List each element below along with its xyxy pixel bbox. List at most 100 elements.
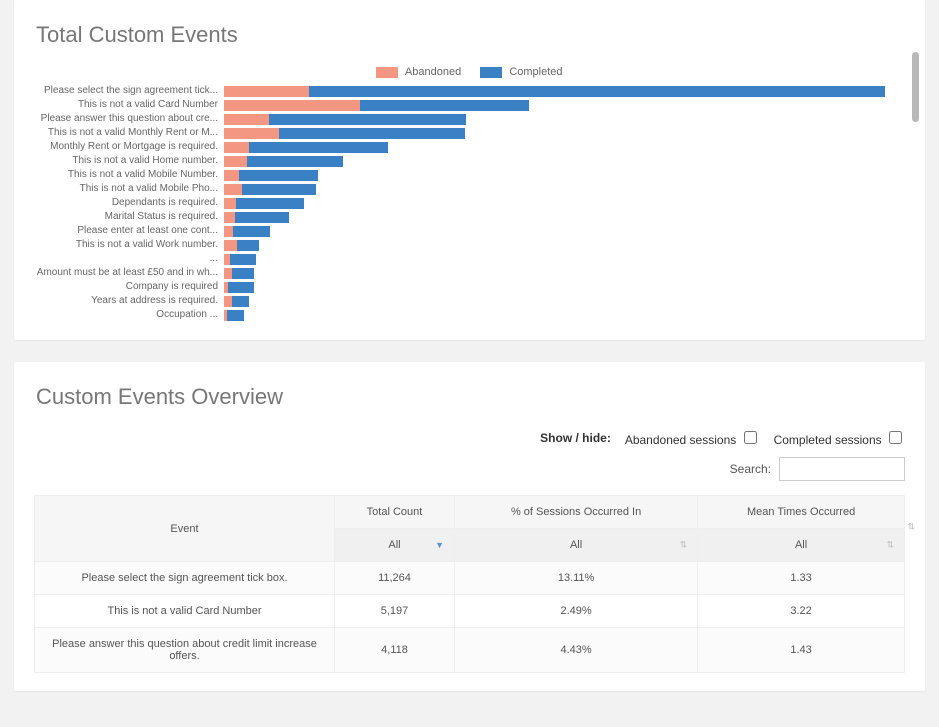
abandoned-sessions-toggle[interactable]: Abandoned sessions: [625, 428, 760, 447]
chart-category-label: Please answer this question about cre...: [34, 112, 218, 126]
chart-bar-row: [224, 224, 887, 238]
chart-category-label: Monthly Rent or Mortgage is required.: [34, 140, 218, 154]
search-label: Search:: [730, 462, 771, 476]
bar-segment-completed: [230, 254, 255, 265]
overview-table: Event ⇅ Total Count % of Sessions Occurr…: [34, 495, 905, 673]
legend-completed-label: Completed: [509, 66, 562, 78]
total-custom-events-card: Total Custom Events Abandoned Completed …: [14, 0, 925, 340]
cell-pct: 13.11%: [455, 562, 698, 595]
chart-area: Please select the sign agreement tick...…: [34, 84, 905, 322]
bar-segment-completed: [233, 226, 269, 237]
bar-segment-completed: [360, 100, 529, 111]
bar-segment-completed: [237, 240, 259, 251]
table-row: Please select the sign agreement tick bo…: [35, 562, 905, 595]
show-hide-controls: Show / hide: Abandoned sessions Complete…: [34, 428, 905, 447]
chart-category-label: This is not a valid Home number.: [34, 154, 218, 168]
bar-segment-completed: [228, 282, 254, 293]
bar-segment-abandoned: [224, 170, 239, 181]
bar-segment-abandoned: [224, 240, 237, 251]
col-pct-all-label: All: [570, 539, 582, 551]
overview-title: Custom Events Overview: [36, 384, 905, 410]
bar-segment-completed: [249, 142, 389, 153]
cell-event: Please answer this question about credit…: [35, 628, 335, 673]
bar-segment-abandoned: [224, 100, 360, 111]
cell-event: Please select the sign agreement tick bo…: [35, 562, 335, 595]
bar-segment-completed: [232, 296, 249, 307]
legend-completed-swatch: [480, 67, 502, 78]
cell-mean: 1.43: [698, 628, 905, 673]
col-total-all-label: All: [388, 539, 400, 551]
legend-abandoned-label: Abandoned: [405, 66, 461, 78]
chart-bar-row: [224, 252, 887, 266]
col-pct-all[interactable]: All ⇅: [455, 529, 698, 562]
show-hide-label: Show / hide:: [540, 431, 611, 445]
chart-category-label: This is not a valid Card Number: [34, 98, 218, 112]
chart-bar-row: [224, 294, 887, 308]
sort-icon: ⇅: [907, 521, 915, 532]
overview-tbody: Please select the sign agreement tick bo…: [35, 562, 905, 673]
chart-legend: Abandoned Completed: [34, 66, 905, 78]
chart-bar-row: [224, 126, 887, 140]
sort-icon: ⇅: [680, 540, 688, 551]
chart-bars: [224, 84, 887, 322]
chart-bar-row: [224, 238, 887, 252]
chart-category-label: Years at address is required.: [34, 294, 218, 308]
bar-segment-completed: [236, 198, 304, 209]
legend-completed: Completed: [480, 66, 562, 78]
bar-segment-completed: [232, 268, 254, 279]
bar-segment-completed: [247, 156, 342, 167]
completed-sessions-checkbox[interactable]: [889, 431, 902, 444]
col-event[interactable]: Event ⇅: [35, 496, 335, 562]
bar-segment-abandoned: [224, 226, 233, 237]
chart-category-label: This is not a valid Work number.: [34, 238, 218, 252]
bar-segment-completed: [269, 114, 466, 125]
col-total-all[interactable]: All ▼: [335, 529, 455, 562]
bar-segment-abandoned: [224, 142, 249, 153]
search-input[interactable]: [779, 457, 905, 481]
bar-segment-abandoned: [224, 296, 232, 307]
abandoned-sessions-checkbox[interactable]: [744, 431, 757, 444]
col-pct[interactable]: % of Sessions Occurred In: [455, 496, 698, 529]
chart-category-label: Please enter at least one cont...: [34, 224, 218, 238]
legend-abandoned: Abandoned: [376, 66, 464, 78]
chart-category-label: Please select the sign agreement tick...: [34, 84, 218, 98]
chart-category-label: Marital Status is required.: [34, 210, 218, 224]
chart-category-label: Company is required: [34, 280, 218, 294]
chart-bar-row: [224, 196, 887, 210]
search-row: Search:: [34, 457, 905, 481]
col-total[interactable]: Total Count: [335, 496, 455, 529]
table-row: Please answer this question about credit…: [35, 628, 905, 673]
cell-total: 5,197: [335, 595, 455, 628]
abandoned-toggle-label: Abandoned sessions: [625, 433, 736, 447]
col-event-label: Event: [170, 523, 198, 535]
completed-toggle-label: Completed sessions: [774, 433, 882, 447]
chart-category-label: This is not a valid Mobile Pho...: [34, 182, 218, 196]
bar-segment-abandoned: [224, 268, 232, 279]
bar-segment-abandoned: [224, 156, 247, 167]
bar-segment-completed: [235, 212, 289, 223]
bar-segment-abandoned: [224, 212, 235, 223]
bar-segment-completed: [242, 184, 316, 195]
col-mean[interactable]: Mean Times Occurred: [698, 496, 905, 529]
completed-sessions-toggle[interactable]: Completed sessions: [774, 428, 905, 447]
chart-category-label: Dependants is required.: [34, 196, 218, 210]
chart-bar-row: [224, 280, 887, 294]
chart-title: Total Custom Events: [36, 22, 905, 48]
chart-scrollbar-thumb[interactable]: [912, 52, 919, 122]
col-mean-all[interactable]: All ⇅: [698, 529, 905, 562]
table-row: This is not a valid Card Number5,1972.49…: [35, 595, 905, 628]
sort-icon: ⇅: [886, 540, 894, 551]
cell-pct: 4.43%: [455, 628, 698, 673]
bar-segment-completed: [239, 170, 318, 181]
chart-bar-row: [224, 154, 887, 168]
bar-segment-abandoned: [224, 86, 309, 97]
chart-category-label: ...: [34, 252, 218, 266]
cell-mean: 1.33: [698, 562, 905, 595]
bar-segment-abandoned: [224, 114, 269, 125]
chart-category-label: This is not a valid Monthly Rent or M...: [34, 126, 218, 140]
custom-events-overview-card: Custom Events Overview Show / hide: Aban…: [14, 362, 925, 691]
sort-desc-icon: ▼: [435, 540, 444, 550]
chart-category-label: Amount must be at least £50 and in wh...: [34, 266, 218, 280]
chart-y-labels: Please select the sign agreement tick...…: [34, 84, 224, 322]
chart-bar-row: [224, 182, 887, 196]
